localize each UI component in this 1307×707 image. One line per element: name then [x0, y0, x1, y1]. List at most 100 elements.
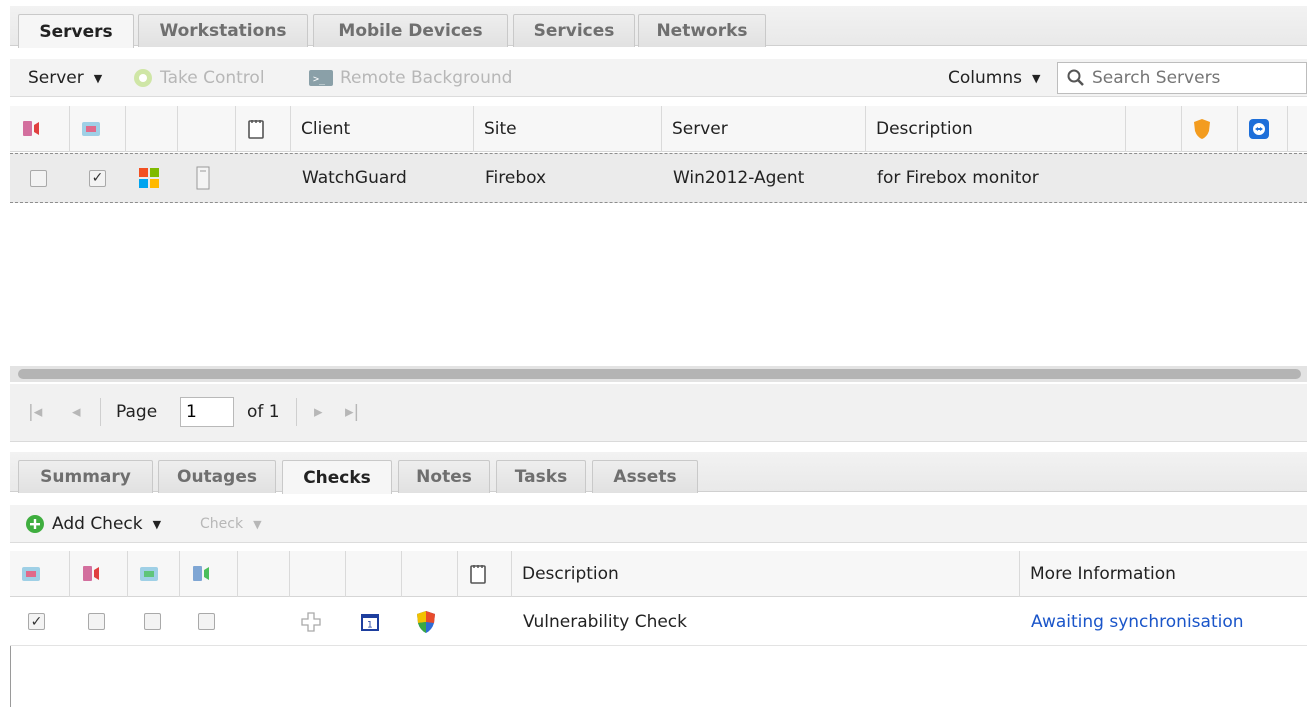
search-servers-field[interactable] [1057, 62, 1307, 94]
plus-outline-icon [300, 598, 322, 645]
top-tab-strip: Servers Workstations Mobile Devices Serv… [10, 6, 1307, 48]
checkbox[interactable] [30, 169, 47, 187]
col-alert-status[interactable] [10, 106, 70, 152]
prev-page-icon[interactable]: ◂ [72, 402, 81, 422]
horizontal-scrollbar[interactable] [10, 366, 1307, 382]
checkbox-checked[interactable]: ✓ [28, 613, 45, 630]
col-mail-ok[interactable] [128, 551, 180, 597]
row-select-a[interactable] [30, 154, 47, 202]
tab-workstations[interactable]: Workstations [138, 14, 308, 47]
remote-background-button[interactable]: >_ Remote Background [308, 59, 512, 97]
first-page-icon[interactable]: |◂ [28, 402, 42, 422]
col-os[interactable] [126, 106, 178, 152]
checks-toolbar: Add Check ▼ Check ▼ [10, 505, 1307, 543]
server-device-icon [196, 154, 210, 202]
add-circle-icon [26, 515, 44, 533]
col-blank[interactable] [1126, 106, 1182, 152]
page-label: Page [116, 402, 158, 422]
pager-bar: |◂ ◂ Page of 1 ▸ ▸| [10, 384, 1307, 442]
row-phone-ok[interactable] [198, 598, 215, 645]
scrollbar-thumb[interactable] [18, 369, 1301, 379]
col-mail-status[interactable] [70, 106, 126, 152]
detail-tab-strip: Summary Outages Checks Notes Tasks Asset… [10, 452, 1307, 494]
col-check-icon[interactable] [402, 551, 458, 597]
pager-divider [296, 398, 297, 426]
notes-icon [248, 120, 264, 139]
col-more-information[interactable]: More Information [1020, 551, 1307, 597]
tab-summary[interactable]: Summary [18, 460, 153, 493]
checkbox[interactable] [198, 613, 215, 630]
col-phone-ok[interactable] [180, 551, 238, 597]
col-check-description[interactable]: Description [512, 551, 1020, 597]
row-server: Win2012-Agent [673, 168, 805, 188]
servers-grid-body [10, 204, 1307, 364]
server-menu-button[interactable]: Server ▼ [28, 59, 102, 97]
teamviewer-icon [1249, 119, 1269, 139]
row-mail-alert[interactable]: ✓ [28, 598, 45, 645]
row-description: for Firebox monitor [877, 168, 1039, 188]
security-shield-icon [414, 598, 438, 645]
take-control-icon [134, 69, 152, 87]
tab-servers[interactable]: Servers [18, 14, 134, 48]
col-mail-alert[interactable] [10, 551, 70, 597]
add-check-button[interactable]: Add Check ▼ [24, 505, 161, 543]
col-notes[interactable] [458, 551, 512, 597]
page-total-label: of 1 [247, 402, 280, 422]
calendar-icon: 1 [359, 598, 381, 645]
col-type[interactable] [238, 551, 290, 597]
search-input[interactable] [1092, 68, 1292, 88]
svg-text:1: 1 [367, 620, 373, 630]
caret-down-icon: ▼ [253, 517, 262, 531]
tab-outages[interactable]: Outages [158, 460, 276, 493]
more-info-link[interactable]: Awaiting synchronisation [1031, 598, 1244, 645]
checks-grid-header: Description More Information [10, 551, 1307, 597]
alert-phone-icon [83, 566, 99, 581]
mail-alert-icon [22, 567, 40, 581]
page-number-input[interactable] [180, 397, 234, 427]
col-schedule[interactable] [346, 551, 402, 597]
checkbox[interactable] [88, 613, 105, 630]
tab-checks[interactable]: Checks [282, 460, 392, 494]
col-notes[interactable] [236, 106, 291, 152]
tab-notes[interactable]: Notes [398, 460, 490, 493]
col-server[interactable]: Server [662, 106, 866, 152]
col-site[interactable]: Site [474, 106, 662, 152]
svg-text:>_: >_ [313, 74, 326, 85]
columns-menu-button[interactable]: Columns ▼ [948, 59, 1040, 97]
col-description[interactable]: Description [866, 106, 1126, 152]
caret-down-icon: ▼ [93, 71, 103, 85]
tab-mobile-devices[interactable]: Mobile Devices [313, 14, 508, 47]
caret-down-icon: ▼ [152, 517, 162, 531]
table-row[interactable]: ✓ 1 Vulnerability Check Awaiting synchro… [10, 598, 1307, 646]
table-row[interactable]: ✓ WatchGuard Firebox Win2012-Agent for F… [10, 153, 1307, 203]
servers-grid-header: Client Site Server Description [10, 106, 1307, 152]
col-phone-alert[interactable] [70, 551, 128, 597]
notes-icon [470, 565, 486, 584]
check-description: Vulnerability Check [523, 611, 687, 632]
tab-networks[interactable]: Networks [638, 14, 766, 47]
tab-tasks[interactable]: Tasks [496, 460, 586, 493]
panel-border [10, 646, 11, 707]
tab-services[interactable]: Services [513, 14, 635, 47]
next-page-icon[interactable]: ▸ [314, 402, 323, 422]
pager-divider [100, 398, 101, 426]
tab-assets[interactable]: Assets [592, 460, 698, 493]
servers-toolbar: Server ▼ Take Control >_ Remote Backgrou… [10, 59, 1307, 97]
col-frequency[interactable] [290, 551, 346, 597]
take-control-button[interactable]: Take Control [132, 59, 265, 97]
col-client[interactable]: Client [291, 106, 474, 152]
col-remote[interactable] [1238, 106, 1288, 152]
row-phone-alert[interactable] [88, 598, 105, 645]
checkbox-checked[interactable]: ✓ [89, 169, 106, 187]
terminal-icon: >_ [309, 70, 333, 86]
col-security[interactable] [1182, 106, 1238, 152]
col-device-type[interactable] [178, 106, 236, 152]
search-icon [1067, 69, 1084, 86]
row-select-b[interactable]: ✓ [89, 154, 106, 202]
checkbox[interactable] [144, 613, 161, 630]
phone-ok-icon [193, 566, 209, 581]
mail-alert-icon [82, 122, 100, 136]
check-menu-button[interactable]: Check ▼ [200, 505, 262, 543]
row-mail-ok[interactable] [144, 598, 161, 645]
last-page-icon[interactable]: ▸| [345, 402, 359, 422]
